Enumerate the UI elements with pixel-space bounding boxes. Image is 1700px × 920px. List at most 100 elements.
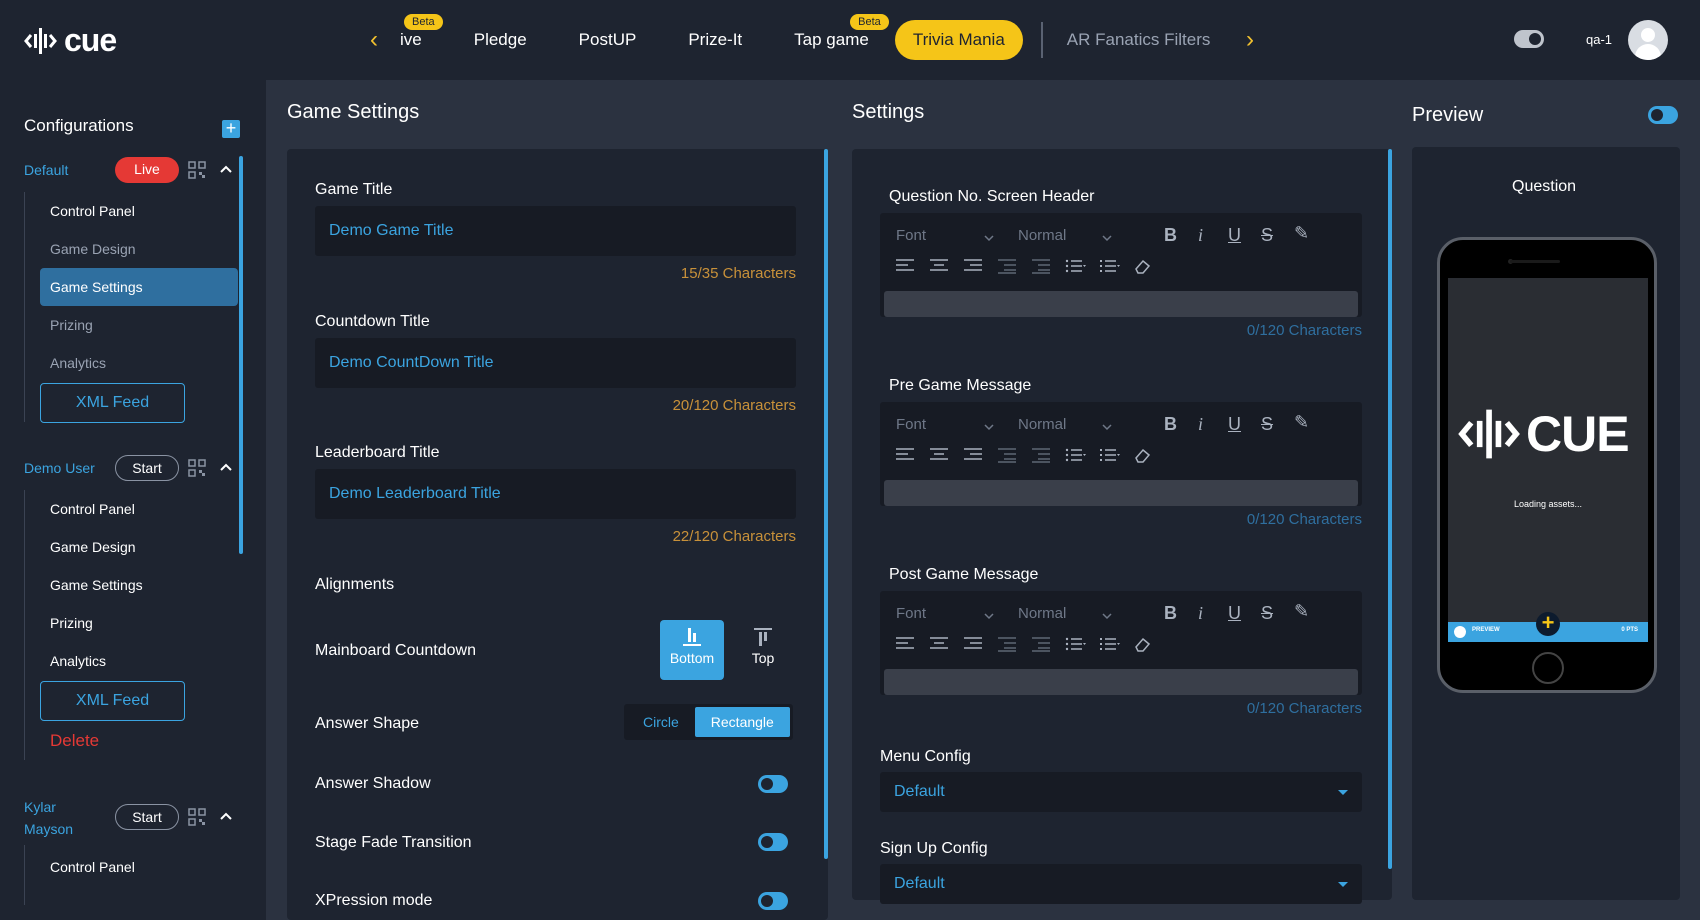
theme-toggle-icon[interactable] [1514,30,1544,48]
sidebar-item-analytics[interactable]: Analytics [50,653,106,669]
preview-toggle[interactable] [1648,106,1678,124]
highlight-icon[interactable]: ✎ [1294,601,1309,622]
align-center-icon[interactable] [928,635,950,653]
sidebar-item-analytics[interactable]: Analytics [50,355,106,371]
xml-feed-button[interactable]: XML Feed [40,681,185,721]
sidebar-item-control-panel[interactable]: Control Panel [50,501,135,517]
answer-shadow-toggle[interactable] [758,775,788,793]
cue-logo[interactable]: cue [24,22,117,59]
align-top-button[interactable]: Top [731,620,795,680]
sidebar-item-game-settings[interactable]: Game Settings [40,268,238,306]
chevron-down-icon[interactable] [984,611,994,621]
align-right-icon[interactable] [962,446,984,464]
status-badge-live[interactable]: Live [115,157,179,183]
bullet-list-icon[interactable] [1098,446,1120,464]
align-left-icon[interactable] [894,257,916,275]
tab-trivia-mania[interactable]: Trivia Mania [894,20,1023,60]
chevron-down-icon[interactable] [984,233,994,243]
sidebar-scrollbar[interactable] [239,156,243,554]
start-button[interactable]: Start [115,804,179,830]
post-game-input[interactable] [884,669,1358,695]
indent-icon[interactable] [1030,635,1052,653]
config-name-demo-user[interactable]: Demo User [24,460,95,476]
delete-button[interactable]: Delete [50,731,99,751]
size-select[interactable]: Normal [1018,605,1066,622]
strikethrough-icon[interactable]: S [1261,414,1273,435]
tab-postup[interactable]: PostUP [553,20,663,60]
tab-ive[interactable]: Beta ive [392,14,448,60]
align-center-icon[interactable] [928,446,950,464]
sidebar-item-game-settings[interactable]: Game Settings [50,577,143,593]
align-bottom-button[interactable]: Bottom [660,620,724,680]
config-name-mayson[interactable]: Mayson [24,821,73,837]
qr-code-icon[interactable] [188,459,206,477]
bold-icon[interactable]: B [1164,414,1177,435]
chevron-down-icon[interactable] [984,422,994,432]
tab-prize-it[interactable]: Prize-It [662,20,768,60]
italic-icon[interactable]: i [1198,225,1203,246]
xml-feed-button[interactable]: XML Feed [40,383,185,423]
game-title-input[interactable]: Demo Game Title [315,206,796,256]
menu-config-select[interactable]: Default [880,772,1362,812]
countdown-title-input[interactable]: Demo CountDown Title [315,338,796,388]
tab-pledge[interactable]: Pledge [448,20,553,60]
bullet-list-icon[interactable] [1098,257,1120,275]
underline-icon[interactable]: U [1228,414,1241,435]
settings-scrollbar[interactable] [1388,149,1392,869]
align-right-icon[interactable] [962,257,984,275]
sidebar-item-game-design[interactable]: Game Design [50,539,136,555]
size-select[interactable]: Normal [1018,227,1066,244]
chevron-down-icon[interactable] [1102,611,1112,621]
ordered-list-icon[interactable] [1064,446,1086,464]
align-right-icon[interactable] [962,635,984,653]
indent-icon[interactable] [1030,446,1052,464]
add-configuration-button[interactable]: + [222,119,240,138]
pre-game-input[interactable] [884,480,1358,506]
shape-rectangle-option[interactable]: Rectangle [694,707,790,737]
strikethrough-icon[interactable]: S [1261,603,1273,624]
chevron-down-icon[interactable] [1102,233,1112,243]
shape-circle-option[interactable]: Circle [627,707,695,737]
highlight-icon[interactable]: ✎ [1294,223,1309,244]
eraser-icon[interactable] [1132,257,1154,275]
qr-code-icon[interactable] [188,161,206,179]
xpression-mode-toggle[interactable] [758,892,788,910]
sidebar-item-control-panel[interactable]: Control Panel [50,859,135,875]
bold-icon[interactable]: B [1164,225,1177,246]
leaderboard-title-input[interactable]: Demo Leaderboard Title [315,469,796,519]
sidebar-item-prizing[interactable]: Prizing [50,615,93,631]
indent-icon[interactable] [1030,257,1052,275]
signup-config-select[interactable]: Default [880,864,1362,904]
config-name-default[interactable]: Default [24,162,68,178]
bullet-list-icon[interactable] [1098,635,1120,653]
outdent-icon[interactable] [996,446,1018,464]
italic-icon[interactable]: i [1198,414,1203,435]
sidebar-item-prizing[interactable]: Prizing [50,317,93,333]
font-select[interactable]: Font [896,227,926,244]
start-button[interactable]: Start [115,455,179,481]
align-center-icon[interactable] [928,257,950,275]
qr-code-icon[interactable] [188,808,206,826]
sidebar-item-game-design[interactable]: Game Design [50,241,136,257]
config-name-kylar[interactable]: Kylar [24,799,56,815]
align-left-icon[interactable] [894,635,916,653]
ordered-list-icon[interactable] [1064,635,1086,653]
eraser-icon[interactable] [1132,446,1154,464]
underline-icon[interactable]: U [1228,603,1241,624]
ordered-list-icon[interactable] [1064,257,1086,275]
strikethrough-icon[interactable]: S [1261,225,1273,246]
chevron-right-icon[interactable]: › [1246,26,1254,54]
underline-icon[interactable]: U [1228,225,1241,246]
chevron-up-icon[interactable] [220,811,232,823]
bold-icon[interactable]: B [1164,603,1177,624]
game-settings-scrollbar[interactable] [824,149,828,859]
tab-tap-game[interactable]: Beta Tap game [768,14,895,60]
chevron-down-icon[interactable] [1102,422,1112,432]
align-left-icon[interactable] [894,446,916,464]
tab-ar-fanatics-filters[interactable]: AR Fanatics Filters [1051,20,1227,60]
outdent-icon[interactable] [996,635,1018,653]
avatar[interactable] [1628,20,1668,60]
question-header-input[interactable] [884,291,1358,317]
outdent-icon[interactable] [996,257,1018,275]
italic-icon[interactable]: i [1198,603,1203,624]
